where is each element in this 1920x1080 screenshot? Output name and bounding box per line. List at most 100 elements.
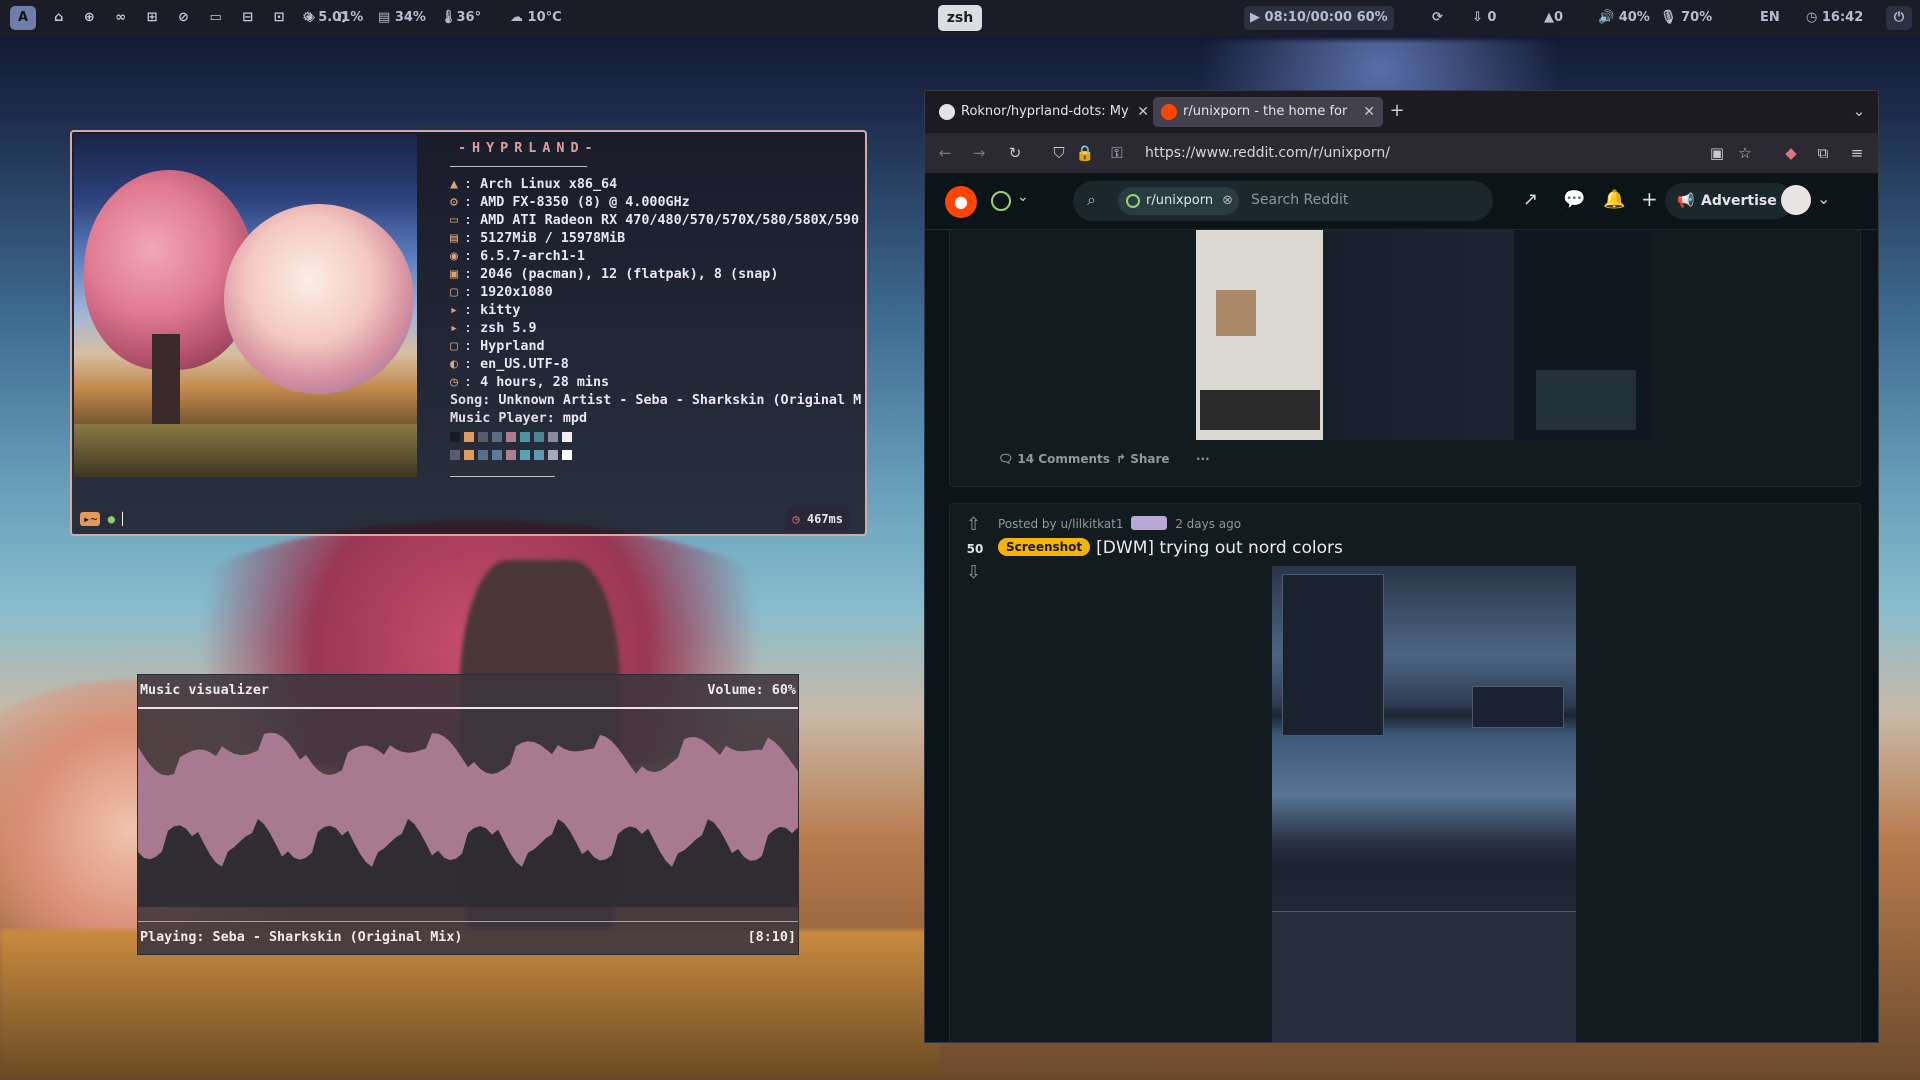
post-flair[interactable]: Screenshot	[998, 538, 1091, 556]
fetch-artwork-image	[74, 134, 417, 477]
keyboard-layout[interactable]: EN	[1760, 0, 1780, 36]
popular-icon[interactable]: ↗	[1523, 189, 1538, 210]
download-icon: ⇩	[1472, 10, 1488, 25]
bookmark-star-icon[interactable]: ☆	[1733, 141, 1757, 165]
launcher-button[interactable]: A	[10, 6, 36, 30]
search-input[interactable]: Search Reddit	[1251, 192, 1348, 208]
back-arrow-icon[interactable]: ←	[933, 141, 957, 165]
extension-icon[interactable]: ◆	[1779, 141, 1803, 165]
info-icon: ◉	[450, 249, 459, 264]
active-window-title[interactable]: zsh	[938, 5, 982, 31]
post-card[interactable]: 🗨 14 Comments ↱ Share ···	[949, 229, 1861, 487]
info-colon: :	[464, 231, 481, 246]
url-bar[interactable]: https://www.reddit.com/r/unixporn/	[1145, 133, 1390, 173]
reddit-search[interactable]: ⌕ r/unixporn ⊗ Search Reddit	[1073, 181, 1493, 221]
color-swatch	[478, 450, 488, 460]
info-icon: ⚙	[450, 195, 459, 210]
elapsed-badge: ◷ 467ms	[786, 508, 849, 530]
info-icon: ▭	[450, 213, 459, 228]
info-value: zsh 5.9	[480, 321, 537, 336]
new-tab-button[interactable]: +	[1385, 99, 1409, 123]
forward-arrow-icon[interactable]: →	[967, 141, 991, 165]
music-visualizer-window[interactable]: Music visualizer Volume: 60% Playing: Se…	[137, 674, 799, 955]
info-value: 6.5.7-arch1-1	[480, 249, 585, 264]
downloads-indicator[interactable]: ⇩ 0	[1472, 0, 1496, 36]
avatar[interactable]	[1781, 185, 1811, 215]
shield-icon[interactable]: ⛉	[1047, 141, 1071, 165]
temp-value: 36°	[456, 10, 482, 25]
list-tabs-chevron-icon[interactable]: ⌄	[1847, 99, 1871, 123]
folder-icon: ▸~	[80, 512, 101, 526]
cpu-icon: ⚙	[302, 10, 319, 25]
thermometer-icon: 🌡	[440, 10, 457, 25]
reddit-page: ● ⌄ ⌕ r/unixporn ⊗ Search Reddit ↗ 💬 🔔 +…	[925, 173, 1878, 1042]
subreddit-icon[interactable]	[991, 191, 1011, 211]
system-info: -HYPRLAND- ————————————————— ▲: Arch Lin…	[450, 140, 865, 486]
play-icon[interactable]: ▶	[1250, 10, 1265, 25]
permissions-icon[interactable]: ⚿	[1105, 141, 1129, 165]
song-label: Song:	[450, 393, 491, 408]
updates-indicator[interactable]: ▲0	[1544, 0, 1563, 36]
advertise-button[interactable]: 📢 Advertise	[1665, 183, 1793, 219]
shell-prompt[interactable]: ▸~ ● ▏ ◷ 467ms	[80, 508, 859, 530]
info-value: AMD FX-8350 (8) @ 4.000GHz	[480, 195, 690, 210]
close-tab-icon[interactable]: ✕	[1363, 97, 1375, 127]
tab-github[interactable]: Roknor/hyprland-dots: My ✕	[931, 97, 1157, 127]
more-options-button[interactable]: ···	[1196, 452, 1210, 466]
weather-indicator: ☁ 10°C	[510, 0, 562, 36]
info-value: 4 hours, 28 mins	[480, 375, 610, 390]
mic-indicator[interactable]: 🎙 70%	[1660, 0, 1712, 36]
firefox-window[interactable]: Roknor/hyprland-dots: My ✕ r/unixporn - …	[924, 90, 1879, 1043]
reddit-header: ● ⌄ ⌕ r/unixporn ⊗ Search Reddit ↗ 💬 🔔 +…	[925, 173, 1878, 230]
fetch-terminal-window[interactable]: -HYPRLAND- ————————————————— ▲: Arch Lin…	[70, 130, 867, 536]
track-time: [8:10]	[747, 930, 796, 945]
fetch-separator: —————————————————	[450, 159, 588, 174]
media-controls[interactable]: ▶ 08:10/00:00 60%	[1244, 6, 1394, 30]
close-tab-icon[interactable]: ✕	[1137, 97, 1149, 127]
lock-icon[interactable]: 🔒	[1073, 141, 1097, 165]
volume-indicator[interactable]: 🔊 40%	[1598, 0, 1650, 36]
elapsed-time: 467ms	[806, 512, 843, 526]
user-menu-chevron-icon[interactable]: ⌄	[1817, 189, 1830, 208]
fetch-info-line: ▢: 1920x1080	[450, 284, 865, 302]
color-swatches-row-1	[450, 428, 865, 446]
temperature-indicator: 🌡36°	[440, 0, 481, 36]
post-author[interactable]: Posted by u/lilkitkat1	[998, 517, 1124, 531]
color-swatch	[450, 432, 460, 442]
post-screenshot-image[interactable]	[1272, 566, 1576, 1042]
power-profile-icon[interactable]: ⟳	[1432, 0, 1443, 36]
power-icon[interactable]: ⏻	[1886, 6, 1912, 30]
share-button[interactable]: ↱ Share	[1116, 452, 1170, 466]
megaphone-icon: 📢	[1677, 193, 1695, 209]
tab-reddit[interactable]: r/unixporn - the home for ✕	[1153, 97, 1383, 127]
info-colon: :	[464, 177, 481, 192]
community-chevron-icon[interactable]: ⌄	[1017, 189, 1029, 205]
post-title[interactable]: Screenshot [DWM] trying out nord colors	[998, 538, 1343, 558]
info-value: 1920x1080	[480, 285, 553, 300]
subreddit-filter-chip[interactable]: r/unixporn ⊗	[1118, 187, 1240, 215]
create-post-plus-icon[interactable]: +	[1641, 187, 1658, 211]
post-card[interactable]: ⇧ 50 ⇩ Posted by u/lilkitkat1 2 days ago…	[949, 503, 1861, 1042]
color-swatch	[548, 450, 558, 460]
fetch-bottom-separator: —————————————	[450, 469, 555, 484]
post-meta: Posted by u/lilkitkat1 2 days ago	[998, 516, 1241, 531]
volume-value: 40%	[1618, 10, 1650, 25]
clear-chip-icon[interactable]: ⊗	[1222, 187, 1233, 215]
comments-button[interactable]: 🗨 14 Comments	[998, 452, 1110, 466]
extensions-puzzle-icon[interactable]: ⧉	[1811, 141, 1835, 165]
chat-icon[interactable]: 💬	[1563, 189, 1585, 210]
reload-icon[interactable]: ↻	[1003, 141, 1027, 165]
downvote-arrow-icon[interactable]: ⇩	[966, 562, 981, 583]
color-swatch	[492, 432, 502, 442]
hamburger-menu-icon[interactable]: ≡	[1845, 141, 1869, 165]
notifications-bell-icon[interactable]: 🔔	[1603, 189, 1625, 210]
cursor: ▏	[122, 512, 130, 526]
mic-value: 70%	[1681, 10, 1713, 25]
post-screenshot-image[interactable]	[1196, 230, 1650, 440]
audio-waveform	[138, 732, 798, 907]
reddit-logo-icon[interactable]: ●	[945, 186, 977, 218]
info-colon: :	[464, 375, 481, 390]
upvote-arrow-icon[interactable]: ⇧	[966, 514, 981, 535]
reader-view-icon[interactable]: ▣	[1705, 141, 1729, 165]
info-icon: ▢	[450, 285, 459, 300]
